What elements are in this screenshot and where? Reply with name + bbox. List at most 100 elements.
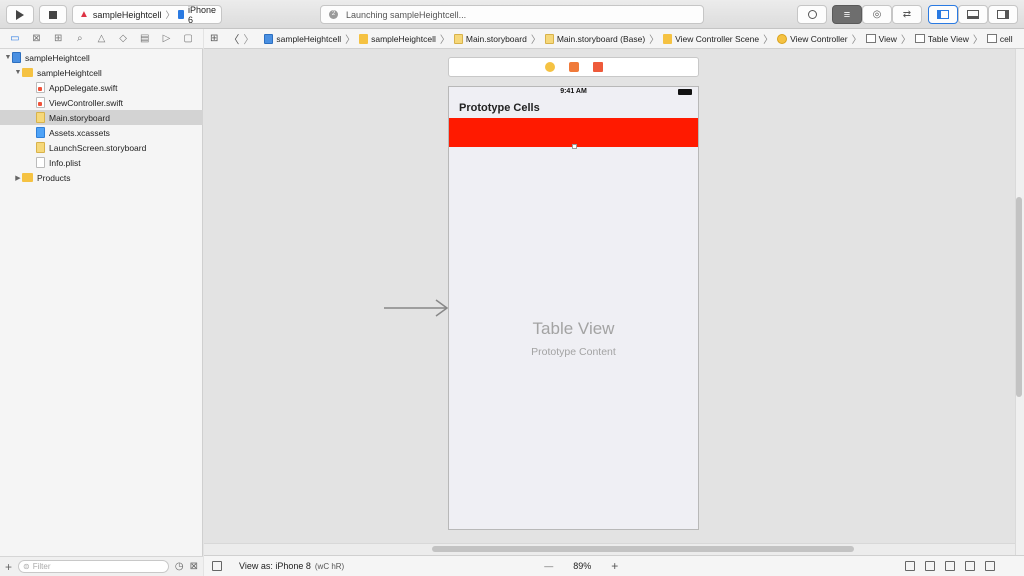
view-icon	[865, 34, 876, 43]
activity-status: 2 Launching sampleHeightcell...	[320, 5, 704, 24]
folder-icon[interactable]: ▭	[9, 33, 21, 45]
crumb-view-controller[interactable]: View Controller	[777, 33, 848, 44]
tree-row-launchscreen[interactable]: LaunchScreen.storyboard	[0, 140, 203, 155]
zoom-in-button[interactable]: +	[611, 559, 618, 573]
tree-row-appdelegate[interactable]: AppDelegate.swift	[0, 80, 203, 95]
crumb-group[interactable]: sampleHeightcell	[359, 33, 436, 44]
tree-row-label: Info.plist	[49, 157, 81, 168]
toggle-debug-area-button[interactable]	[958, 5, 988, 24]
storyboard-file-icon	[544, 33, 554, 44]
swift-file-icon	[36, 82, 45, 93]
disclosure-open-icon[interactable]: ▼	[4, 54, 12, 61]
size-class-label: (wC hR)	[314, 561, 345, 571]
horizontal-scroll-thumb[interactable]	[432, 546, 854, 552]
embed-in-stack-icon[interactable]	[925, 561, 936, 571]
view-controller-scene[interactable]: 9:41 AM Prototype Cells Table View Proto…	[448, 86, 699, 530]
disclosure-closed-icon[interactable]: ▶	[14, 174, 22, 182]
exit-icon[interactable]	[592, 62, 603, 72]
assistant-editor-button[interactable]: ◎	[862, 5, 892, 24]
right-panel-icon	[997, 10, 1009, 19]
crumb-table-view[interactable]: Table View	[914, 34, 969, 44]
swap-arrows-icon: ⇄	[902, 9, 912, 20]
canvas-bottom-bar: View as: iPhone 8 (wC hR) — 89% +	[204, 555, 1024, 576]
search-icon[interactable]: ⌕	[74, 33, 86, 45]
storyboard-file-icon	[453, 33, 463, 44]
add-icon[interactable]: +	[5, 560, 12, 574]
play-icon	[16, 9, 24, 20]
prototype-cell[interactable]	[449, 118, 698, 147]
update-frames-icon[interactable]	[905, 561, 916, 571]
stop-button[interactable]	[39, 5, 67, 24]
view-as-label[interactable]: View as: iPhone 8	[239, 561, 311, 571]
document-outline-toggle-icon[interactable]	[212, 561, 222, 571]
crumb-label: View	[878, 33, 897, 44]
crumb-label: cell	[999, 33, 1013, 44]
crumb-scene[interactable]: View Controller Scene	[663, 33, 760, 44]
source-control-icon[interactable]: ⊠	[30, 33, 42, 45]
crumb-cell[interactable]: cell	[986, 33, 1013, 44]
tree-row-assets[interactable]: Assets.xcassets	[0, 125, 203, 140]
view-controller-icon	[777, 33, 788, 44]
first-responder-icon[interactable]	[568, 62, 579, 72]
crumb-label: View Controller Scene	[675, 33, 760, 44]
align-icon[interactable]	[945, 561, 956, 571]
scheme-selector[interactable]: ▲ sampleHeightcell 〉 iPhone 6	[72, 5, 222, 25]
warning-icon[interactable]: △	[95, 33, 107, 45]
scm-filter-icon[interactable]: ⊠	[190, 561, 198, 572]
battery-icon	[678, 89, 692, 95]
chevron-right-icon: 〉	[345, 35, 356, 46]
device-icon	[178, 10, 185, 19]
chevron-right-icon: 〉	[972, 35, 983, 46]
tree-row-label: sampleHeightcell	[25, 52, 90, 63]
scene-icon	[663, 33, 673, 44]
report-icon[interactable]: ▢	[182, 33, 194, 45]
breakpoint-button[interactable]	[797, 5, 827, 24]
jump-bar: ⊞ 〈 〉 sampleHeightcell 〉 sampleHeightcel…	[204, 29, 1024, 49]
disclosure-open-icon[interactable]: ▼	[14, 69, 22, 76]
view-controller-dock-icon[interactable]	[544, 62, 555, 72]
chevron-right-icon: 〉	[649, 35, 660, 46]
bottom-panel-icon	[967, 10, 979, 19]
tree-row-main-storyboard[interactable]: Main.storyboard	[0, 110, 203, 125]
filter-icon: ⊜	[23, 562, 30, 571]
crumb-storyboard[interactable]: Main.storyboard	[453, 33, 527, 44]
resolve-auto-layout-icon[interactable]	[985, 561, 996, 571]
standard-editor-button[interactable]: ≡	[832, 5, 862, 24]
tree-row-group[interactable]: ▼ sampleHeightcell	[0, 65, 203, 80]
forward-arrow-icon[interactable]: 〉	[243, 31, 254, 47]
debug-icon[interactable]: ▤	[139, 33, 151, 45]
tree-row-infoplist[interactable]: Info.plist	[0, 155, 203, 170]
crumb-project[interactable]: sampleHeightcell	[264, 33, 341, 44]
zoom-level: 89%	[573, 561, 592, 571]
lines-icon: ≡	[843, 8, 851, 21]
version-editor-button[interactable]: ⇄	[892, 5, 922, 24]
breakpoint-nav-icon[interactable]: ▷	[160, 33, 172, 45]
hierarchy-icon[interactable]: ⊞	[52, 33, 64, 45]
recent-files-icon[interactable]: ◷	[175, 561, 184, 572]
toggle-utilities-button[interactable]	[988, 5, 1018, 24]
tree-row-project[interactable]: ▼ sampleHeightcell	[0, 50, 203, 65]
run-button[interactable]	[6, 5, 34, 24]
crumb-label: Main.storyboard	[465, 33, 527, 44]
tree-row-label: Assets.xcassets	[49, 127, 110, 138]
filter-field[interactable]: ⊜ Filter	[18, 560, 169, 573]
related-items-icon[interactable]: ⊞	[210, 33, 218, 44]
stop-icon	[49, 10, 57, 19]
add-constraints-icon[interactable]	[965, 561, 976, 571]
tree-row-viewcontroller[interactable]: ViewController.swift	[0, 95, 203, 110]
zoom-out-button[interactable]: —	[544, 561, 553, 571]
back-arrow-icon[interactable]: 〈	[228, 31, 239, 47]
crumb-view[interactable]: View	[865, 33, 897, 44]
crumb-storyboard-base[interactable]: Main.storyboard (Base)	[544, 33, 645, 44]
toggle-navigator-button[interactable]	[928, 5, 958, 24]
tree-row-products[interactable]: ▶ Products	[0, 170, 203, 185]
vertical-scroll-thumb[interactable]	[1016, 197, 1022, 397]
folder-icon	[359, 33, 369, 44]
filter-placeholder: Filter	[32, 562, 51, 571]
status-count-badge: 2	[329, 10, 338, 19]
test-diamond-icon[interactable]: ◇	[117, 33, 129, 45]
folder-icon	[22, 68, 33, 77]
storyboard-file-icon	[36, 142, 45, 153]
cell-resize-handle[interactable]	[572, 144, 577, 149]
table-view-icon	[914, 34, 925, 43]
